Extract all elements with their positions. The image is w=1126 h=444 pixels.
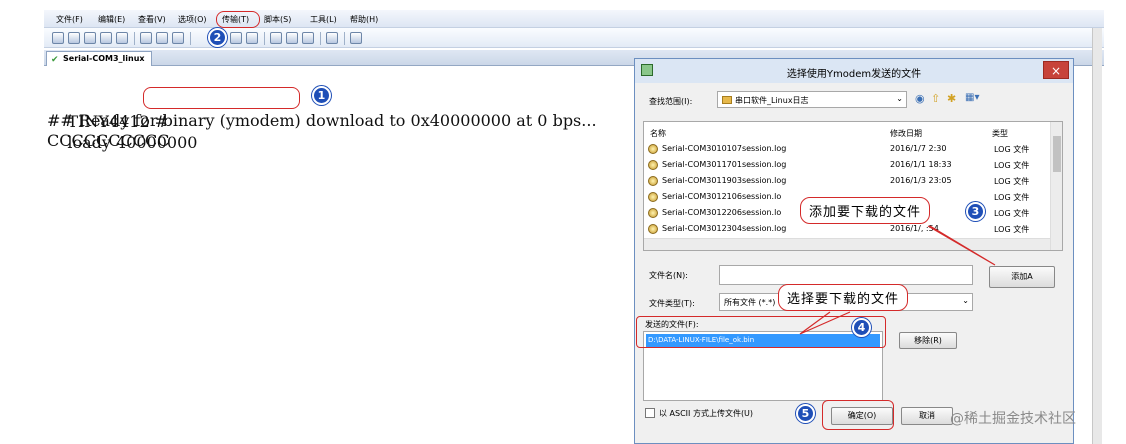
callout-pointers (799, 225, 996, 335)
callout-select-file: 选择要下载的文件 (778, 284, 909, 311)
step-badge-2: 2 (208, 28, 227, 47)
callout3-pointer (927, 225, 996, 266)
step-badge-3: 3 (966, 202, 985, 221)
step-badge-1: 1 (312, 86, 331, 105)
step-badge-5: 5 (796, 404, 815, 423)
callout-add-file: 添加要下载的文件 (800, 197, 931, 224)
callout4-pointer (799, 311, 851, 335)
step-badge-4: 4 (852, 318, 871, 337)
watermark: @稀土掘金技术社区 (950, 411, 1076, 427)
